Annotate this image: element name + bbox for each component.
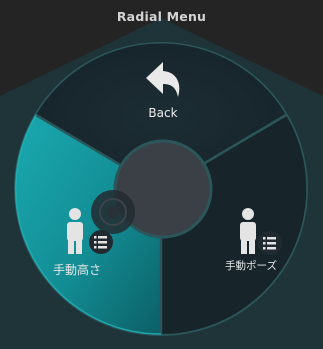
radial-menu-window: Radial Menu Back 手動高さ 手動ポーズ bbox=[0, 0, 323, 349]
manual-pose-label: 手動ポーズ bbox=[225, 260, 277, 272]
manual-height-label: 手動高さ bbox=[52, 263, 101, 277]
back-label: Back bbox=[148, 106, 178, 120]
window-title: Radial Menu bbox=[116, 9, 207, 24]
cursor-indicator bbox=[91, 190, 135, 234]
radial-menu bbox=[0, 18, 323, 349]
